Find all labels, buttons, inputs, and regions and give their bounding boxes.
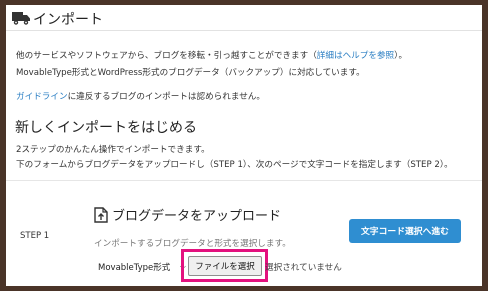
guideline-link[interactable]: ガイドライン xyxy=(16,92,68,102)
format-select-value: MovableType形式 xyxy=(98,263,171,273)
import-panel: インポート 他のサービスやソフトウェアから、ブログを移転・引っ越すことができます… xyxy=(6,5,482,286)
upload-file-icon xyxy=(94,207,108,223)
format-select[interactable]: MovableType形式 ⌵ xyxy=(98,261,187,275)
intro-text: 他のサービスやソフトウェアから、ブログを移転・引っ越すことができます（ xyxy=(16,51,317,61)
truck-icon xyxy=(12,12,30,25)
new-import-heading: 新しくインポートをはじめる xyxy=(15,120,197,136)
new-import-desc-1: 2ステップのかんたん操作でインポートできます。 xyxy=(16,145,210,155)
page-header: インポート xyxy=(6,5,482,31)
new-import-desc-2: 下のフォームからブログデータをアップロードし（STEP 1）、次のページで文字コ… xyxy=(16,160,453,170)
intro-line-2: MovableType形式とWordPress形式のブログデータ（バックアップ）… xyxy=(16,68,365,78)
guideline-line: ガイドラインに違反するブログのインポートは認められません。 xyxy=(16,90,265,102)
page-title: インポート xyxy=(33,12,103,28)
intro-text-end: ）。 xyxy=(394,51,408,61)
file-status: 選択されていません xyxy=(265,263,342,273)
step-description: インポートするブログデータと形式を選択します。 xyxy=(94,239,291,249)
step-label: STEP 1 xyxy=(20,231,50,241)
guideline-text: に違反するブログのインポートは認められません。 xyxy=(67,92,265,102)
help-link[interactable]: 詳細はヘルプを参照 xyxy=(317,51,394,61)
section-divider xyxy=(6,180,482,181)
intro-line-1: 他のサービスやソフトウェアから、ブログを移転・引っ越すことができます（詳細はヘル… xyxy=(16,49,407,61)
charset-select-button[interactable]: 文字コード選択へ進む xyxy=(349,219,461,243)
choose-file-button[interactable]: ファイルを選択 xyxy=(188,256,262,276)
step-title: ブログデータをアップロード xyxy=(112,209,282,224)
